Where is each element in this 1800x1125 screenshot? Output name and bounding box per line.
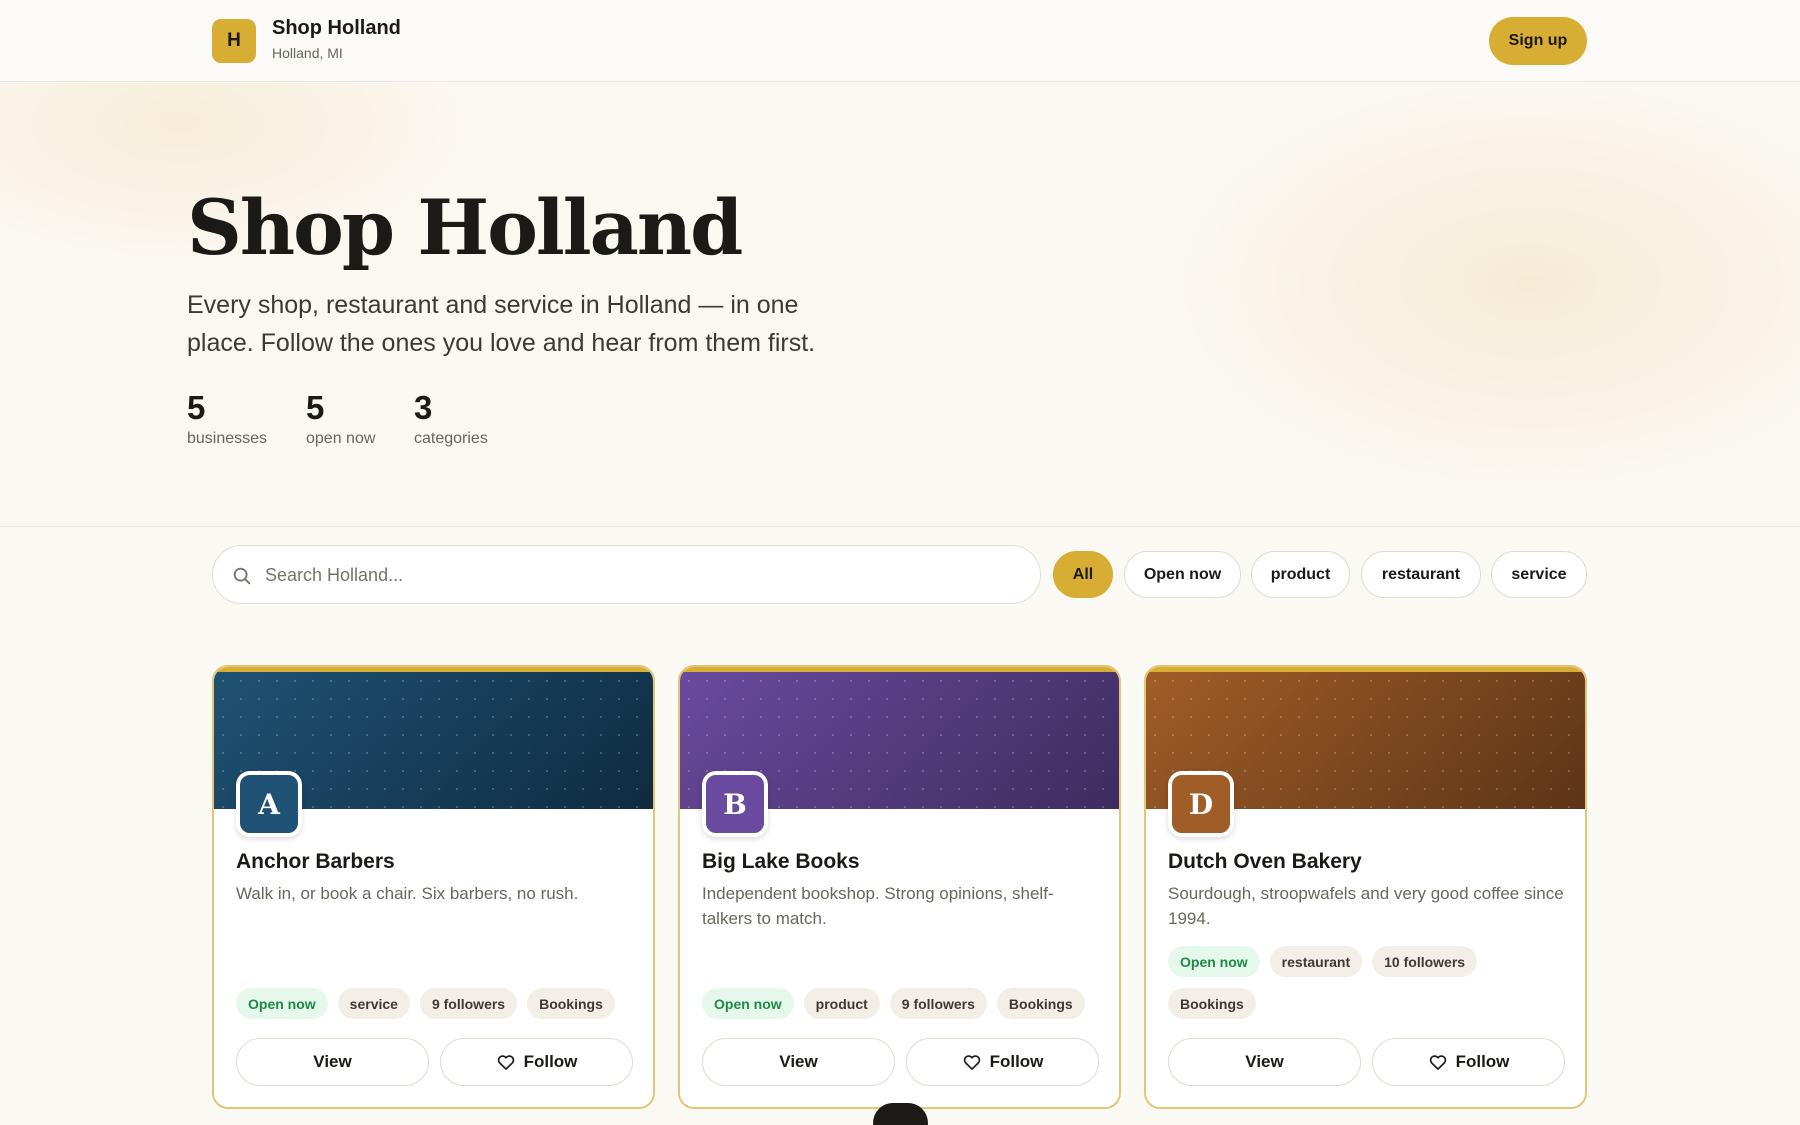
business-avatar: D: [1168, 771, 1234, 837]
open-now-badge: Open now: [1168, 946, 1260, 977]
stat-label: categories: [414, 430, 488, 447]
filter-chip-all[interactable]: All: [1053, 551, 1113, 598]
business-description: Sourdough, stroopwafels and very good co…: [1168, 884, 1564, 928]
business-card-dutch-oven-bakery[interactable]: D Dutch Oven Bakery Sourdough, stroopwaf…: [1144, 665, 1587, 1109]
stat-label: businesses: [187, 430, 268, 447]
floating-action-button[interactable]: [873, 1103, 928, 1125]
filter-chip-open-now[interactable]: Open now: [1124, 551, 1241, 598]
open-now-badge: Open now: [702, 988, 794, 1019]
sign-up-button[interactable]: Sign up: [1489, 17, 1587, 65]
filter-chip-restaurant[interactable]: restaurant: [1361, 551, 1481, 598]
filter-chip-product[interactable]: product: [1251, 551, 1350, 598]
follow-label: Follow: [989, 1052, 1044, 1071]
open-now-badge: Open now: [236, 988, 328, 1019]
follow-button[interactable]: Follow: [1372, 1038, 1565, 1086]
brand-location: Holland, MI: [272, 45, 343, 61]
business-name[interactable]: Dutch Oven Bakery: [1168, 850, 1362, 874]
hero-subtitle: Every shop, restaurant and service in Ho…: [187, 291, 816, 357]
stat-label: open now: [306, 430, 376, 447]
business-name[interactable]: Big Lake Books: [702, 850, 860, 874]
tag-row: Open now restaurant 10 followers Booking…: [1168, 946, 1568, 1019]
view-button[interactable]: View: [236, 1038, 429, 1086]
follow-label: Follow: [523, 1052, 578, 1071]
stat-value: 5: [187, 389, 206, 426]
page-title: Shop Holland: [187, 183, 743, 272]
followers-count: 9 followers: [889, 988, 987, 1019]
brand-name[interactable]: Shop Holland: [272, 17, 401, 40]
filter-chip-service[interactable]: service: [1491, 551, 1587, 598]
business-card-anchor-barbers[interactable]: A Anchor Barbers Walk in, or book a chai…: [212, 665, 655, 1109]
stat-categories: 3 categories: [414, 388, 488, 448]
stat-businesses: 5 businesses: [187, 388, 267, 448]
tag-row: Open now service 9 followers Bookings: [236, 988, 636, 1019]
business-card-big-lake-books[interactable]: B Big Lake Books Independent bookshop. S…: [678, 665, 1121, 1109]
top-navigation-bar: H Shop Holland Holland, MI Sign up: [0, 0, 1800, 82]
business-name[interactable]: Anchor Barbers: [236, 850, 395, 874]
view-label: View: [779, 1052, 818, 1071]
category-tag: restaurant: [1269, 946, 1363, 977]
business-description: Walk in, or book a chair. Six barbers, n…: [236, 884, 579, 903]
tag-row: Open now product 9 followers Bookings: [702, 988, 1102, 1019]
followers-count: 9 followers: [419, 988, 518, 1019]
logo-badge[interactable]: H: [212, 19, 256, 63]
stat-value: 5: [306, 389, 325, 426]
follow-button[interactable]: Follow: [440, 1038, 633, 1086]
search-input[interactable]: [265, 556, 1025, 594]
followers-count: 10 followers: [1372, 946, 1478, 977]
bookings-badge: Bookings: [527, 988, 615, 1019]
follow-button[interactable]: Follow: [906, 1038, 1099, 1086]
bookings-badge: Bookings: [996, 988, 1085, 1019]
business-description: Independent bookshop. Strong opinions, s…: [702, 884, 1054, 928]
view-label: View: [1245, 1052, 1284, 1071]
hero-section: Shop Holland Every shop, restaurant and …: [0, 83, 1800, 527]
search-icon: [233, 567, 251, 585]
category-tag: product: [803, 988, 880, 1019]
search-box[interactable]: [212, 545, 1041, 604]
business-avatar: A: [236, 771, 302, 837]
view-button[interactable]: View: [1168, 1038, 1361, 1086]
view-button[interactable]: View: [702, 1038, 895, 1086]
stat-open-now: 5 open now: [306, 388, 375, 448]
bookings-badge: Bookings: [1168, 988, 1256, 1019]
heart-icon: [497, 1055, 514, 1070]
category-tag: service: [337, 988, 410, 1019]
follow-label: Follow: [1455, 1052, 1510, 1071]
heart-icon: [963, 1055, 980, 1070]
business-avatar: B: [702, 771, 768, 837]
stat-value: 3: [414, 389, 433, 426]
view-label: View: [313, 1052, 352, 1071]
heart-icon: [1429, 1055, 1446, 1070]
